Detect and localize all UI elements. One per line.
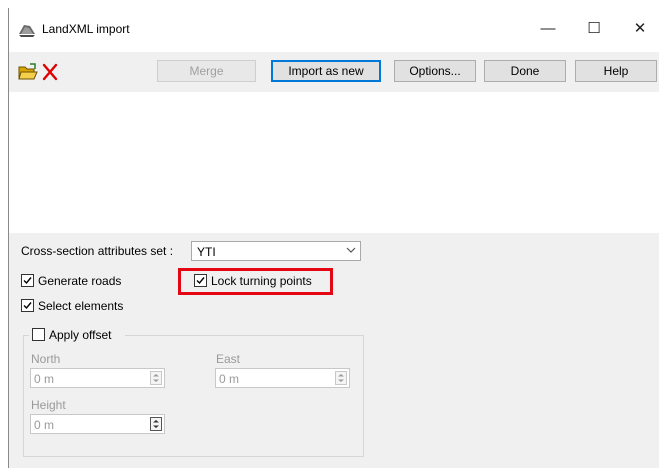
help-button[interactable]: Help — [575, 60, 657, 82]
north-value: 0 m — [34, 372, 55, 386]
lock-turning-points-checkbox[interactable] — [194, 274, 207, 287]
delete-x-icon[interactable] — [40, 63, 60, 81]
east-value: 0 m — [219, 372, 240, 386]
cross-section-label: Cross-section attributes set : — [21, 244, 174, 258]
north-label: North — [31, 352, 61, 366]
landxml-import-window: LandXML import — ☐ ✕ Merge Import as new… — [8, 8, 659, 468]
apply-offset-group — [23, 335, 364, 457]
app-icon — [19, 25, 35, 37]
import-list-area[interactable] — [9, 92, 659, 233]
cross-section-select[interactable]: YTI — [191, 241, 361, 261]
generate-roads-checkbox[interactable] — [21, 274, 34, 287]
open-folder-icon[interactable] — [18, 63, 38, 81]
height-label: Height — [31, 398, 66, 412]
north-input[interactable]: 0 m — [30, 368, 165, 388]
north-spinner-icon[interactable] — [150, 371, 162, 385]
cross-section-value: YTI — [197, 245, 216, 259]
minimize-button[interactable]: — — [539, 20, 557, 38]
window-title: LandXML import — [42, 22, 130, 36]
east-spinner-icon[interactable] — [335, 371, 347, 385]
merge-button[interactable]: Merge — [157, 60, 256, 82]
maximize-button[interactable]: ☐ — [585, 20, 603, 38]
east-input[interactable]: 0 m — [215, 368, 350, 388]
checkmark-icon — [196, 277, 205, 285]
east-label: East — [216, 352, 241, 366]
apply-offset-legend: Apply offset — [29, 327, 125, 343]
height-input[interactable]: 0 m — [30, 414, 165, 434]
generate-roads-label: Generate roads — [38, 274, 122, 288]
select-elements-checkbox[interactable] — [21, 299, 34, 312]
title-bar: LandXML import — ☐ ✕ — [9, 8, 659, 52]
apply-offset-label: Apply offset — [49, 328, 112, 342]
height-spinner-icon[interactable] — [150, 417, 162, 431]
options-button[interactable]: Options... — [394, 60, 476, 82]
height-value: 0 m — [34, 418, 55, 432]
select-elements-label: Select elements — [38, 299, 124, 313]
apply-offset-checkbox[interactable] — [32, 328, 45, 341]
done-button[interactable]: Done — [484, 60, 566, 82]
close-button[interactable]: ✕ — [631, 20, 649, 38]
checkmark-icon — [23, 277, 32, 285]
chevron-down-icon — [346, 247, 356, 253]
import-as-new-button[interactable]: Import as new — [271, 60, 381, 82]
lock-turning-points-label: Lock turning points — [211, 274, 312, 288]
checkmark-icon — [23, 302, 32, 310]
